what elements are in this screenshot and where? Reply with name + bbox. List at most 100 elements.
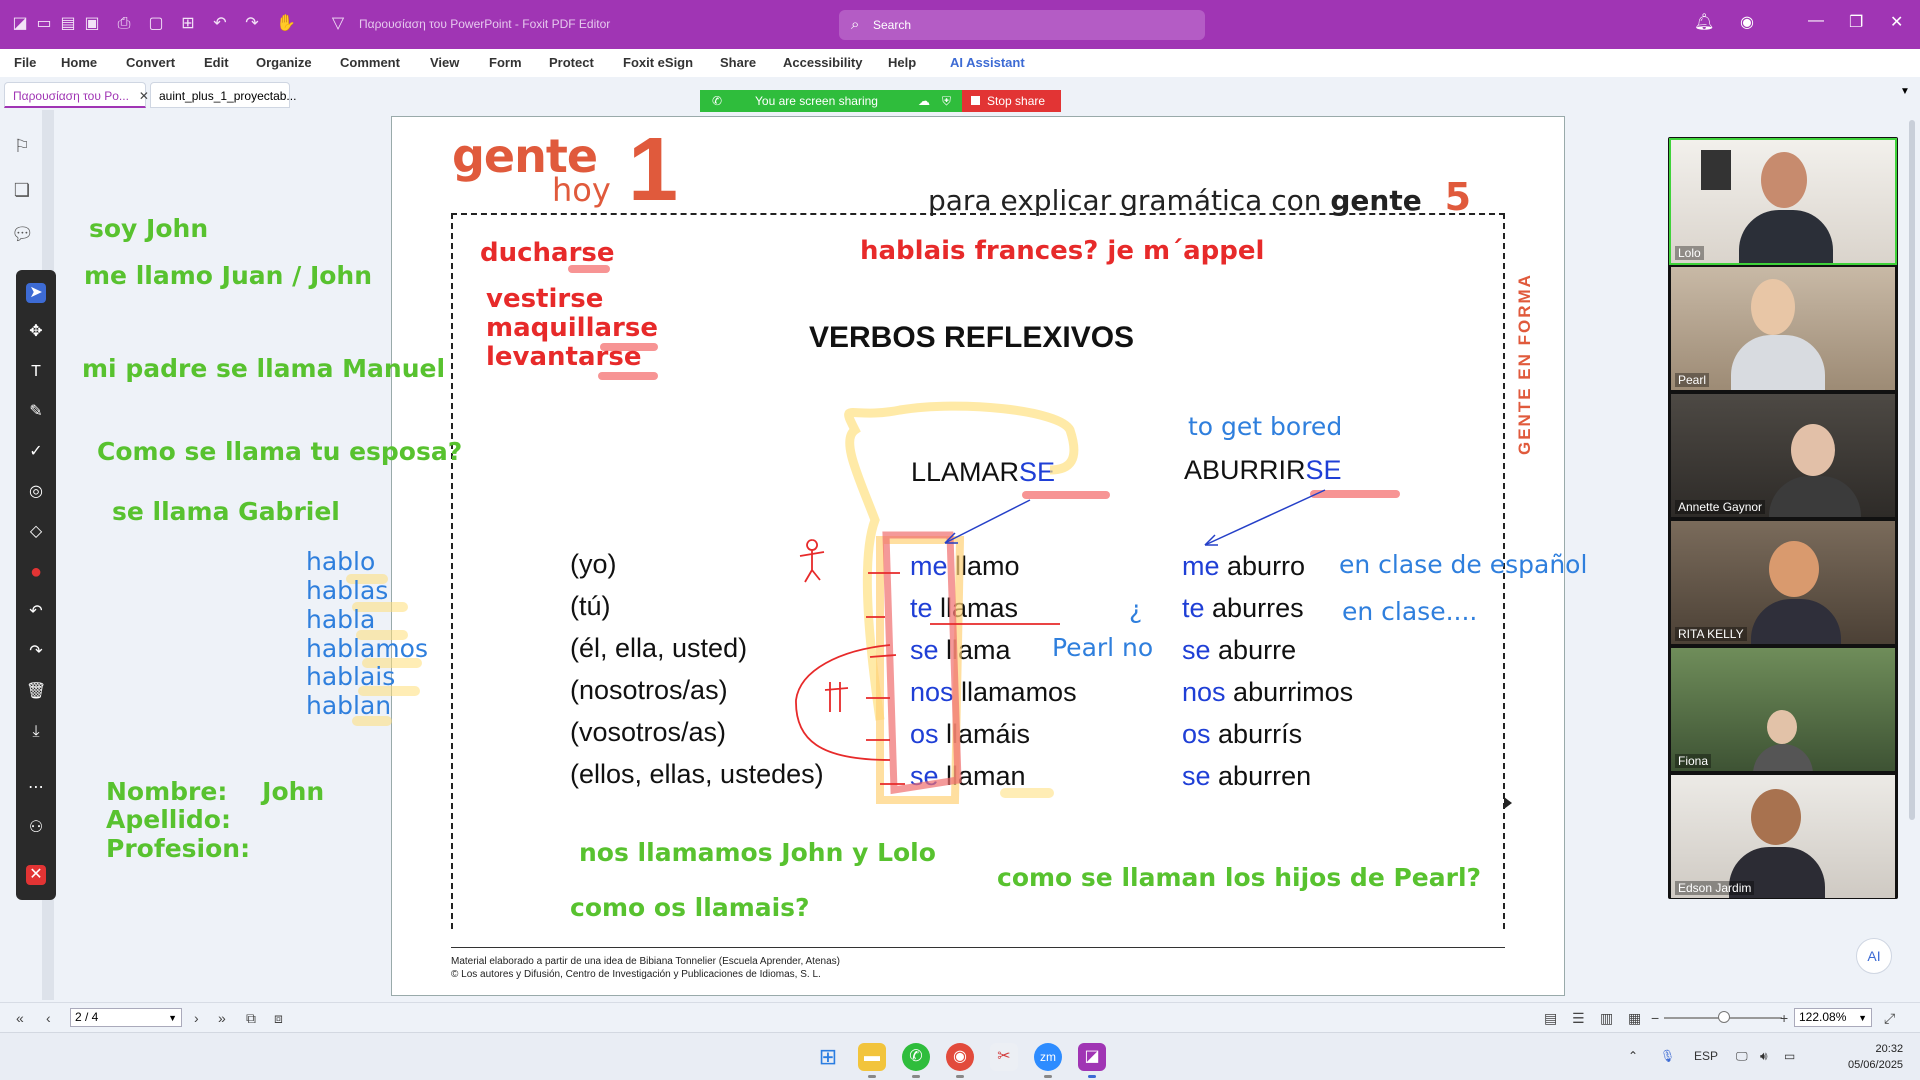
tab-presentation[interactable]: Παρουσίαση του Po... ✕ [4,82,149,108]
ink-nombre: Nombre: John [106,777,325,806]
menu-ai-assistant[interactable]: AI Assistant [950,55,1025,70]
zoom-icon[interactable]: zm [1034,1043,1062,1071]
create-icon[interactable]: ⊞ [178,14,198,34]
bookmark-icon[interactable]: ⚐ [11,136,33,158]
participant-tile-lolo[interactable]: Lolo [1669,138,1897,265]
snipping-tool-icon[interactable]: ✂ [990,1043,1018,1071]
scrollbar-thumb[interactable] [1909,120,1915,820]
account-icon[interactable]: ◉ [1740,12,1754,32]
color-picker-icon[interactable]: ● [26,562,46,582]
menu-edit[interactable]: Edit [204,55,229,70]
pen-icon[interactable]: ✎ [26,402,46,422]
continuous-icon[interactable]: ☰ [1572,1010,1585,1027]
notification-bell-icon[interactable]: 🔔︎ [1694,12,1714,32]
menu-home[interactable]: Home [61,55,97,70]
menu-convert[interactable]: Convert [126,55,175,70]
customize-dropdown-icon[interactable]: ▽ [328,14,348,34]
close-button[interactable]: ✕ [1890,12,1903,32]
facing-icon[interactable]: ▥ [1600,1010,1613,1027]
display-icon[interactable]: 🖵 [1736,1049,1748,1064]
volume-icon[interactable]: 🔊︎ [1760,1049,1768,1064]
zoom-input[interactable]: 122.08% ▼ [1794,1008,1872,1027]
menu-file[interactable]: File [14,55,36,70]
print-icon[interactable]: ⎙ [114,14,134,34]
new-icon[interactable]: ▭ [34,14,54,34]
checkmark-icon[interactable]: ✓ [26,442,46,462]
text-tool-icon[interactable]: T [26,362,46,382]
menu-form[interactable]: Form [489,55,522,70]
system-clock[interactable]: 20:32 05/06/2025 [1848,1041,1903,1073]
undo-icon[interactable]: ↶ [26,602,46,622]
open-folder-icon[interactable]: ▤ [58,14,78,34]
undo-icon[interactable]: ↶ [210,14,230,34]
next-page-icon[interactable]: › [194,1010,199,1026]
restore-button[interactable]: ❐ [1849,12,1863,32]
close-toolbar-icon[interactable]: ✕ [26,865,46,885]
participant-name: RITA KELLY [1675,627,1747,641]
prev-page-icon[interactable]: ‹ [46,1010,51,1026]
tray-overflow-icon[interactable]: ⌃ [1628,1049,1638,1063]
hand-tool-icon[interactable]: ✋ [276,14,296,34]
ink-se-llama-gabriel: se llama Gabriel [112,497,340,526]
minimize-button[interactable]: — [1808,12,1824,30]
language-indicator[interactable]: ESP [1694,1049,1718,1063]
windows-start-icon[interactable]: ⊞ [814,1043,842,1071]
chrome-icon[interactable]: ◉ [946,1043,974,1071]
participant-tile-annette[interactable]: Annette Gaynor [1671,394,1895,517]
ai-help-button[interactable]: AI [1856,938,1892,974]
stop-share-button[interactable]: Stop share [962,90,1061,112]
zoom-slider-handle[interactable] [1718,1011,1730,1023]
save-icon[interactable]: ▣ [82,14,102,34]
move-icon[interactable]: ✥ [26,322,46,342]
menu-help[interactable]: Help [888,55,916,70]
eraser-icon[interactable]: ◇ [26,522,46,542]
participant-avatar [1739,210,1833,263]
more-options-icon[interactable]: ⋯ [26,778,46,798]
trash-icon[interactable]: 🗑︎ [26,682,46,702]
comments-icon[interactable]: 💬︎ [11,224,34,246]
zoom-in-icon[interactable]: + [1780,1010,1788,1026]
battery-icon[interactable]: ▭ [1784,1049,1795,1063]
menu-protect[interactable]: Protect [549,55,594,70]
tab-aula-proyectable[interactable]: auint_plus_1_proyectab... [150,82,296,108]
aburrirse-el: se aburre [1182,635,1297,665]
aburrirse-nosotros: nos aburrimos [1182,677,1354,707]
participant-tile-pearl[interactable]: Pearl [1671,267,1895,390]
stamp-icon[interactable]: ◎ [26,482,46,502]
menu-organize[interactable]: Organize [256,55,312,70]
zoom-out-icon[interactable]: − [1651,1010,1659,1026]
menu-accessibility[interactable]: Accessibility [783,55,863,70]
fit-width-icon[interactable]: ⧈ [274,1010,283,1027]
tab-overflow-icon[interactable]: ▼ [1900,86,1910,97]
menu-comment[interactable]: Comment [340,55,400,70]
user-settings-icon[interactable]: ⚇ [26,818,46,838]
file-explorer-icon[interactable]: ▬ [858,1043,886,1071]
menu-share[interactable]: Share [720,55,756,70]
fullscreen-icon[interactable]: ⤢ [1884,1010,1895,1027]
select-arrow-icon[interactable]: ➤ [26,283,46,303]
foxit-icon[interactable]: ◪ [1078,1043,1106,1071]
microphone-icon[interactable]: 🎙︎ [1660,1049,1675,1063]
continuous-facing-icon[interactable]: ▦ [1628,1010,1641,1027]
participant-tile-edson[interactable]: Edson Jardim [1671,775,1895,898]
pronoun-el: (él, ella, usted) [570,633,748,663]
close-tab-icon[interactable]: ✕ [139,89,149,103]
redo-icon[interactable]: ↷ [26,642,46,662]
search-box[interactable]: ⌕ Search [839,10,1205,40]
vertical-scrollbar[interactable] [1904,110,1920,1000]
menu-view[interactable]: View [430,55,459,70]
redo-icon[interactable]: ↷ [242,14,262,34]
participant-tile-fiona[interactable]: Fiona [1671,648,1895,771]
menu-foxit-esign[interactable]: Foxit eSign [623,55,693,70]
download-icon[interactable]: ⤓ [26,722,46,742]
participant-tile-rita[interactable]: RITA KELLY [1671,521,1895,644]
page-number-input[interactable]: 2 / 4 ▼ [70,1008,182,1027]
single-page-icon[interactable]: ▤ [1544,1010,1557,1027]
fit-page-icon[interactable]: ⧉ [246,1010,256,1027]
export-icon[interactable]: ▢ [146,14,166,34]
pages-icon[interactable]: ❏ [11,180,33,202]
participant-video [1701,150,1731,190]
last-page-icon[interactable]: » [218,1010,226,1026]
whatsapp-icon[interactable]: ✆ [902,1043,930,1071]
first-page-icon[interactable]: « [16,1010,24,1026]
